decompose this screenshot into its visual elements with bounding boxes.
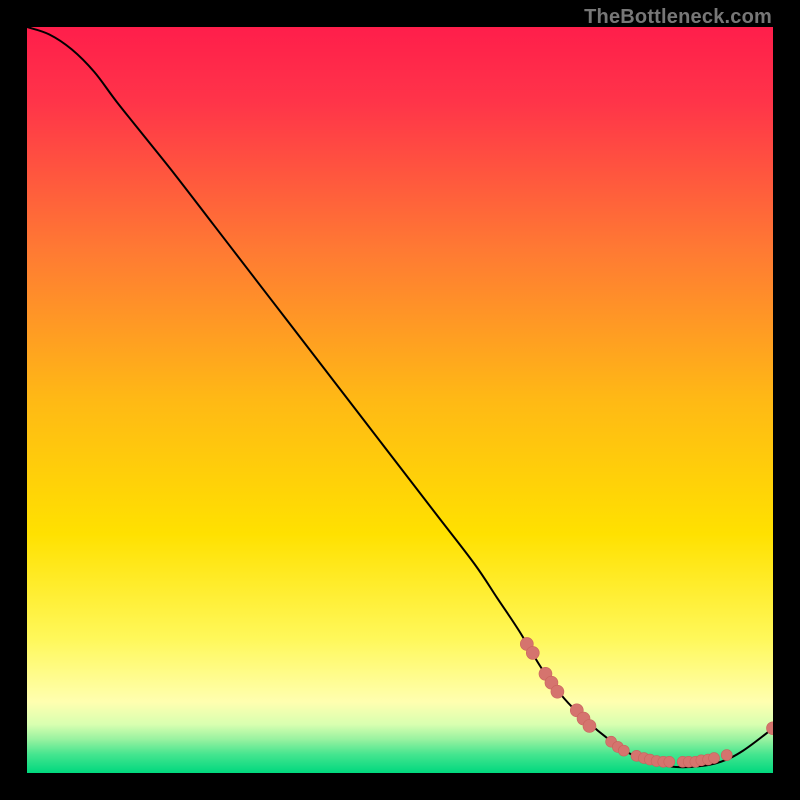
chart-overlay [27,27,773,773]
data-point [721,750,732,761]
data-point [526,646,539,659]
data-point [583,720,596,733]
watermark-text: TheBottleneck.com [584,6,772,29]
data-point [664,756,675,767]
data-point [709,753,720,764]
data-point [618,745,629,756]
data-point [551,685,564,698]
chart-stage: TheBottleneck.com [0,0,800,800]
plot-area [27,27,773,773]
bottleneck-curve [27,27,773,767]
